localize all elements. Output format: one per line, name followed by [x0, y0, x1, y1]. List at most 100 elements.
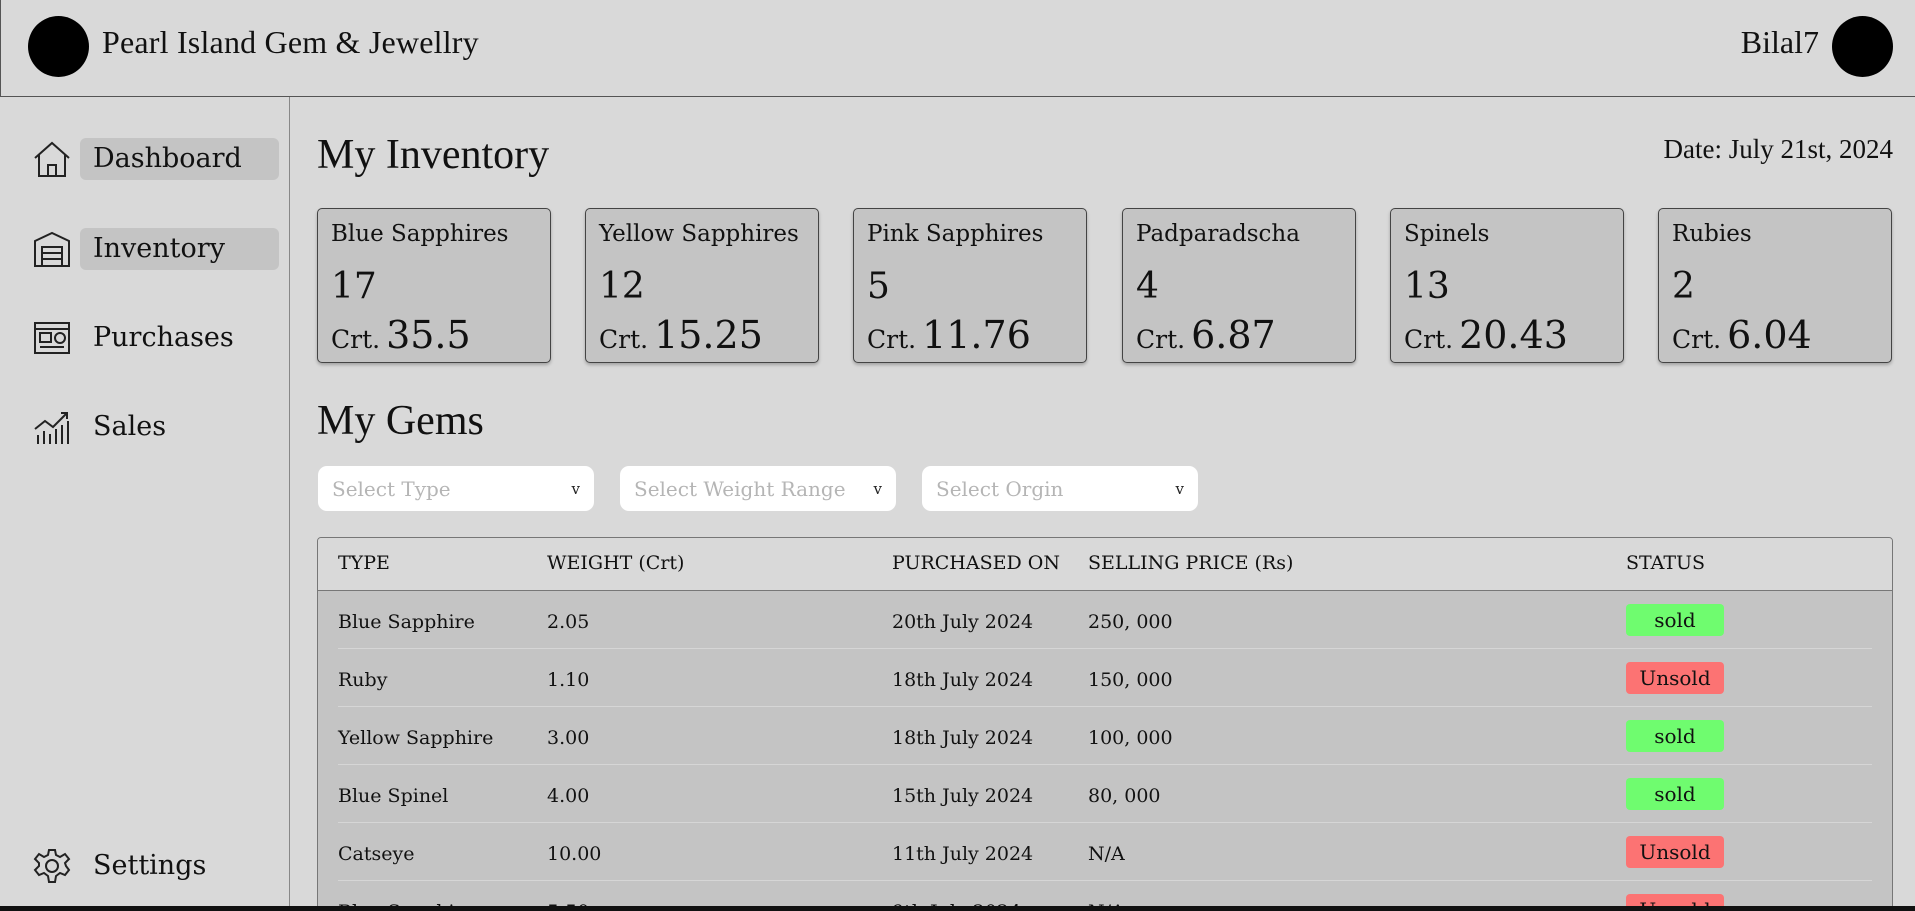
select-placeholder: Select Type	[332, 476, 451, 501]
inventory-card-padparadscha[interactable]: Padparadscha 4 Crt. 6.87	[1122, 208, 1356, 363]
inventory-card-rubies[interactable]: Rubies 2 Crt. 6.04	[1658, 208, 1892, 363]
sidebar-item-label: Purchases	[93, 322, 234, 353]
card-count: 5	[867, 266, 890, 307]
sidebar-item-purchases[interactable]: Purchases	[32, 316, 247, 360]
inventory-card-spinels[interactable]: Spinels 13 Crt. 20.43	[1390, 208, 1624, 363]
card-weight: Crt. 11.76	[867, 315, 1073, 355]
card-title: Spinels	[1404, 221, 1490, 247]
cell-purchased: 15th July 2024	[892, 785, 1034, 807]
card-unit: Crt.	[1136, 325, 1186, 354]
card-weight-value: 20.43	[1459, 313, 1568, 357]
cell-price: 250, 000	[1088, 611, 1173, 633]
gear-icon	[32, 846, 72, 886]
card-unit: Crt.	[1404, 325, 1454, 354]
card-count: 2	[1672, 266, 1695, 307]
card-count: 4	[1136, 266, 1159, 307]
card-weight-value: 6.04	[1727, 313, 1812, 357]
column-header-purchased[interactable]: PURCHASED ON	[892, 552, 1060, 574]
cell-price: N/A	[1088, 843, 1125, 865]
table-row[interactable]: Ruby 1.10 18th July 2024 150, 000 Unsold	[338, 649, 1872, 707]
chevron-down-icon: v	[571, 479, 580, 498]
cell-type: Blue Sapphire	[338, 611, 475, 633]
card-unit: Crt.	[867, 325, 917, 354]
card-weight-value: 11.76	[922, 313, 1031, 357]
type-select[interactable]: Select Type v	[318, 466, 594, 511]
app-title: Pearl Island Gem & Jewellry	[102, 24, 479, 60]
sidebar-item-label: Sales	[93, 411, 167, 442]
main-content: My Inventory Date: July 21st, 2024 Blue …	[290, 97, 1915, 911]
cell-purchased: 20th July 2024	[892, 611, 1034, 633]
section-title-gems: My Gems	[317, 398, 484, 444]
table-row[interactable]: Blue Sapphire 2.05 20th July 2024 250, 0…	[338, 591, 1872, 649]
cell-type: Yellow Sapphire	[338, 727, 494, 749]
status-badge: sold	[1626, 720, 1724, 752]
inventory-card-blue-sapphires[interactable]: Blue Sapphires 17 Crt. 35.5	[317, 208, 551, 363]
cell-price: 80, 000	[1088, 785, 1161, 807]
sidebar-item-sales[interactable]: Sales	[32, 405, 179, 449]
warehouse-icon	[32, 229, 72, 269]
cell-weight: 1.10	[547, 669, 590, 691]
card-unit: Crt.	[331, 325, 381, 354]
cell-weight: 3.00	[547, 727, 590, 749]
card-title: Blue Sapphires	[331, 221, 509, 247]
cell-weight: 10.00	[547, 843, 602, 865]
card-title: Pink Sapphires	[867, 221, 1044, 247]
card-weight-value: 35.5	[386, 313, 471, 357]
window-bottom-edge	[0, 906, 1915, 911]
inventory-card-pink-sapphires[interactable]: Pink Sapphires 5 Crt. 11.76	[853, 208, 1087, 363]
card-weight: Crt. 15.25	[599, 315, 805, 355]
weight-range-select[interactable]: Select Weight Range v	[620, 466, 896, 511]
top-bar: Pearl Island Gem & Jewellry Bilal7	[0, 0, 1915, 97]
purchases-icon	[32, 318, 72, 358]
cell-type: Ruby	[338, 669, 388, 691]
sidebar-item-label: Dashboard	[80, 138, 279, 180]
home-icon	[32, 139, 72, 179]
inventory-card-yellow-sapphires[interactable]: Yellow Sapphires 12 Crt. 15.25	[585, 208, 819, 363]
sidebar-item-label: Settings	[93, 850, 207, 881]
avatar[interactable]	[1832, 16, 1893, 77]
cell-type: Catseye	[338, 843, 415, 865]
select-placeholder: Select Orgin	[936, 476, 1064, 501]
gems-table: TYPE WEIGHT (Crt) PURCHASED ON SELLING P…	[317, 537, 1893, 911]
cell-purchased: 18th July 2024	[892, 727, 1034, 749]
username[interactable]: Bilal7	[1741, 24, 1819, 61]
table-header: TYPE WEIGHT (Crt) PURCHASED ON SELLING P…	[318, 538, 1892, 591]
sidebar-item-dashboard[interactable]: Dashboard	[32, 137, 279, 181]
card-weight: Crt. 6.87	[1136, 315, 1342, 355]
card-count: 13	[1404, 266, 1450, 307]
cell-type: Blue Spinel	[338, 785, 449, 807]
card-weight-value: 15.25	[654, 313, 763, 357]
column-header-weight[interactable]: WEIGHT (Crt)	[547, 552, 684, 574]
card-weight-value: 6.87	[1191, 313, 1276, 357]
table-row[interactable]: Catseye 10.00 11th July 2024 N/A Unsold	[338, 823, 1872, 881]
cell-price: 150, 000	[1088, 669, 1173, 691]
select-placeholder: Select Weight Range	[634, 476, 846, 501]
card-title: Rubies	[1672, 221, 1752, 247]
column-header-price[interactable]: SELLING PRICE (Rs)	[1088, 552, 1293, 574]
card-title: Padparadscha	[1136, 221, 1300, 247]
card-count: 12	[599, 266, 645, 307]
status-badge: Unsold	[1626, 662, 1724, 694]
card-weight: Crt. 35.5	[331, 315, 537, 355]
chevron-down-icon: v	[1175, 479, 1184, 498]
sidebar-item-label: Inventory	[80, 228, 279, 270]
card-weight: Crt. 6.04	[1672, 315, 1878, 355]
sidebar-item-inventory[interactable]: Inventory	[32, 227, 279, 271]
column-header-status[interactable]: STATUS	[1626, 552, 1705, 574]
cell-purchased: 11th July 2024	[892, 843, 1034, 865]
status-badge: Unsold	[1626, 836, 1724, 868]
table-row[interactable]: Blue Spinel 4.00 15th July 2024 80, 000 …	[338, 765, 1872, 823]
card-title: Yellow Sapphires	[599, 221, 799, 247]
chevron-down-icon: v	[873, 479, 882, 498]
status-badge: sold	[1626, 604, 1724, 636]
column-header-type[interactable]: TYPE	[338, 552, 390, 574]
sales-chart-icon	[32, 407, 72, 447]
cell-price: 100, 000	[1088, 727, 1173, 749]
sidebar-item-settings[interactable]: Settings	[32, 844, 219, 888]
logo[interactable]	[28, 16, 89, 77]
origin-select[interactable]: Select Orgin v	[922, 466, 1198, 511]
page-title: My Inventory	[317, 132, 550, 178]
cell-weight: 2.05	[547, 611, 590, 633]
status-badge: sold	[1626, 778, 1724, 810]
table-row[interactable]: Yellow Sapphire 3.00 18th July 2024 100,…	[338, 707, 1872, 765]
